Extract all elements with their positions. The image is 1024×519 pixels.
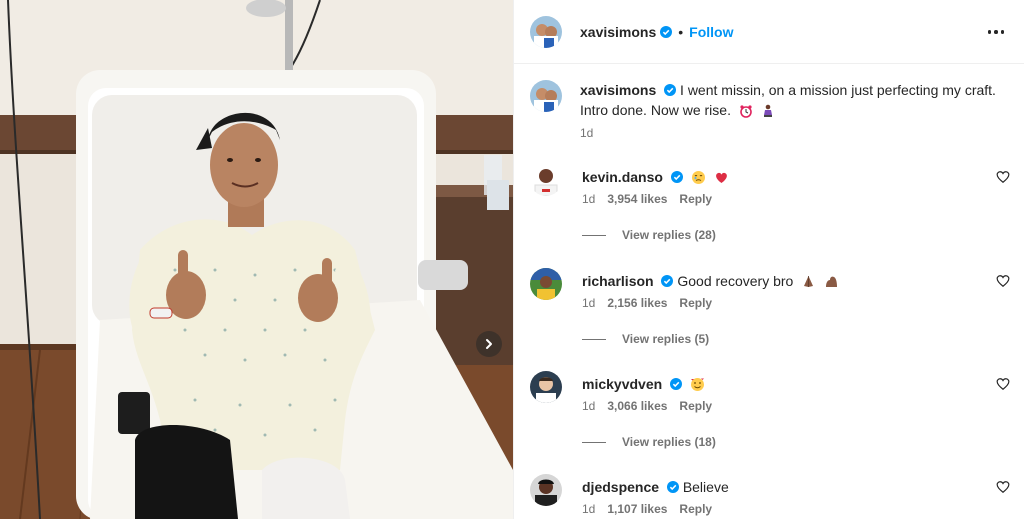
comment-item: richarlison Good recovery bro 1d 2,156 l… [530, 268, 1010, 346]
heart-outline-icon[interactable] [996, 170, 1010, 184]
view-replies-button[interactable]: View replies (18) [582, 435, 1010, 449]
heart-outline-icon[interactable] [996, 480, 1010, 494]
author-avatar[interactable] [530, 80, 562, 112]
comment-username[interactable]: mickyvdven [582, 376, 662, 392]
verified-badge-icon [670, 171, 683, 183]
comment-item: mickyvdven 1d 3,066 likes Reply View rep… [530, 371, 1010, 449]
comment-item: djedspence Believe 1d 1,107 likes Reply [530, 474, 1010, 516]
comment-likes[interactable]: 3,066 likes [607, 399, 667, 413]
carousel-next-button[interactable] [476, 331, 502, 357]
flexed-biceps-icon [826, 276, 838, 287]
view-replies-label: View replies (18) [622, 435, 716, 449]
red-heart-icon [715, 172, 727, 183]
verified-badge-icon [660, 25, 673, 38]
author-avatar[interactable] [530, 15, 562, 48]
post-header: xavisimons • Follow [514, 0, 1024, 64]
verified-badge-icon [661, 275, 674, 287]
alarm-clock-icon [740, 105, 752, 118]
post-caption: xavisimons I went missin, on a mission j… [530, 80, 1000, 140]
heart-outline-icon[interactable] [996, 274, 1010, 288]
comment-timestamp: 1d [582, 399, 596, 413]
hospital-photo-image [0, 0, 513, 519]
comment-timestamp: 1d [582, 192, 596, 206]
comment-text: Good recovery bro [677, 273, 794, 289]
replies-divider-line [582, 234, 606, 236]
verified-badge-icon [670, 378, 683, 390]
more-options-icon[interactable] [986, 22, 1006, 42]
chevron-right-icon [486, 339, 492, 349]
replies-divider-line [582, 338, 606, 340]
smiling-face-with-hearts-icon [690, 378, 704, 391]
reply-button[interactable]: Reply [679, 399, 712, 413]
comment-item: kevin.danso 1d 3,954 likes Reply View re… [530, 164, 1010, 242]
author-username[interactable]: xavisimons [580, 24, 656, 40]
post-side-panel: xavisimons • Follow xavisimons I went mi… [513, 0, 1024, 519]
replies-divider-line [582, 441, 606, 443]
comment-likes[interactable]: 2,156 likes [607, 296, 667, 310]
view-replies-button[interactable]: View replies (28) [582, 228, 1010, 242]
person-kneeling-icon [763, 104, 772, 117]
commenter-avatar[interactable] [530, 371, 562, 403]
comment-timestamp: 1d [582, 296, 596, 310]
reply-button[interactable]: Reply [679, 192, 712, 206]
caption-timestamp: 1d [580, 126, 594, 140]
comment-text: Believe [682, 479, 729, 495]
post-photo [0, 0, 513, 519]
heart-outline-icon[interactable] [996, 377, 1010, 391]
comment-likes[interactable]: 1,107 likes [607, 502, 667, 516]
commenter-avatar[interactable] [530, 268, 562, 300]
folded-hands-icon [804, 276, 814, 287]
reply-button[interactable]: Reply [679, 502, 712, 516]
view-replies-label: View replies (5) [622, 332, 710, 346]
comment-username[interactable]: kevin.danso [582, 169, 663, 185]
commenter-avatar[interactable] [530, 164, 562, 196]
comment-username[interactable]: djedspence [582, 479, 659, 495]
comment-username[interactable]: richarlison [582, 273, 654, 289]
view-replies-label: View replies (28) [622, 228, 716, 242]
view-replies-button[interactable]: View replies (5) [582, 332, 1010, 346]
comment-timestamp: 1d [582, 502, 596, 516]
caption-username[interactable]: xavisimons [580, 82, 656, 98]
separator-dot: • [678, 23, 684, 40]
comment-likes[interactable]: 3,954 likes [607, 192, 667, 206]
reply-button[interactable]: Reply [679, 296, 712, 310]
commenter-avatar[interactable] [530, 474, 562, 506]
verified-badge-icon [666, 481, 679, 493]
face-holding-back-tears-icon [691, 171, 705, 184]
verified-badge-icon [664, 84, 677, 96]
follow-button[interactable]: Follow [689, 24, 733, 40]
